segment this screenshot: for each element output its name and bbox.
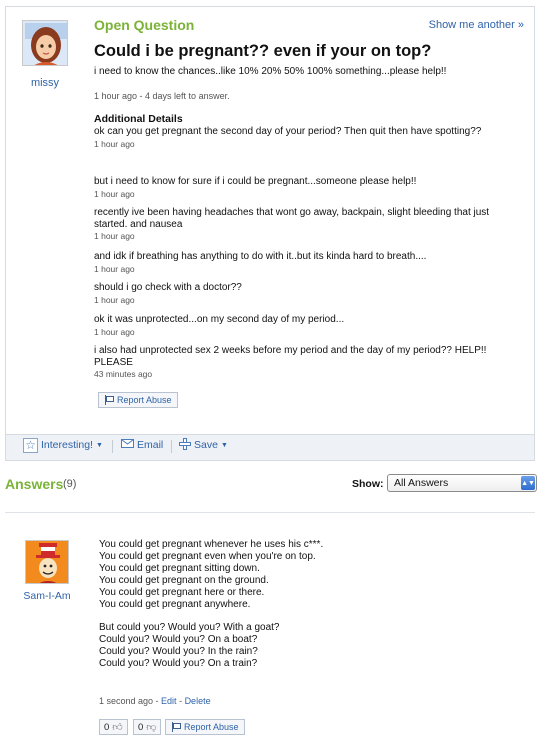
detail-time: 1 hour ago	[94, 326, 135, 337]
meta-separator: -	[176, 696, 185, 706]
question-body: i need to know the chances..like 10% 20%…	[94, 66, 447, 77]
answer-report-abuse-button[interactable]: Report Abuse	[165, 719, 245, 735]
interesting-label: Interesting!	[41, 439, 93, 451]
detail-time: 1 hour ago	[94, 263, 135, 274]
flag-icon	[171, 722, 181, 732]
answer-line: Could you? Would you? On a train?	[99, 658, 258, 669]
answer-line: You could get pregnant here or there.	[99, 587, 265, 598]
star-icon: ☆	[23, 437, 38, 453]
chevron-down-icon: ▼	[95, 441, 103, 449]
show-filter-value: All Answers	[394, 477, 449, 489]
asker-avatar[interactable]	[22, 20, 68, 66]
show-another-link[interactable]: Show me another »	[429, 19, 524, 31]
show-filter-label: Show:	[352, 478, 384, 490]
detail-time: 43 minutes ago	[94, 369, 153, 379]
question-title: Could i be pregnant?? even if your on to…	[94, 42, 432, 60]
save-label: Save	[194, 439, 218, 451]
thumbs-up-icon: 👍︎	[112, 722, 123, 733]
answerer-avatar[interactable]	[25, 540, 69, 584]
answer-body: You could get pregnant whenever he uses …	[99, 539, 519, 670]
question-status-label: Open Question	[94, 17, 195, 33]
answer-meta: 1 second ago - Edit - Delete	[99, 696, 211, 706]
detail-item: and idk if breathing has anything to do …	[94, 251, 519, 274]
detail-text: and idk if breathing has anything to do …	[94, 251, 427, 262]
interesting-button[interactable]: ☆ Interesting! ▼	[23, 436, 103, 454]
detail-time: 1 hour ago	[94, 294, 135, 305]
delete-link[interactable]: Delete	[185, 696, 211, 706]
asker-name[interactable]: missy	[12, 77, 78, 89]
show-filter-select[interactable]: All Answers ▲▼	[387, 474, 537, 492]
detail-text: ok can you get pregnant the second day o…	[94, 126, 482, 137]
detail-text: recently ive been having headaches that …	[94, 207, 490, 230]
answer-line: Could you? Would you? On a boat?	[99, 634, 258, 645]
thumbs-down-icon: 👎︎	[146, 722, 157, 733]
answer-line: You could get pregnant sitting down.	[99, 563, 260, 574]
detail-text: i also had unprotected sex 2 weeks befor…	[94, 345, 487, 368]
flag-icon	[104, 395, 114, 405]
thumbs-up-count: 0	[104, 721, 110, 733]
email-button[interactable]: Email	[121, 436, 163, 454]
detail-item: i also had unprotected sex 2 weeks befor…	[94, 345, 519, 379]
answer-line: Could you? Would you? In the rain?	[99, 646, 258, 657]
detail-text: ok it was unprotected...on my second day…	[94, 314, 345, 325]
stanza-gap	[99, 611, 519, 622]
answerer-name[interactable]: Sam-I-Am	[12, 590, 82, 602]
edit-link[interactable]: Edit	[161, 696, 177, 706]
detail-item: ok it was unprotected...on my second day…	[94, 314, 519, 337]
detail-time: 1 hour ago	[94, 231, 135, 241]
save-button[interactable]: Save ▼	[179, 436, 228, 454]
answers-heading: Answers	[5, 476, 64, 492]
envelope-icon	[121, 439, 134, 451]
thumbs-up-button[interactable]: 0 👍︎	[99, 719, 128, 735]
answer-line: You could get pregnant even when you're …	[99, 551, 316, 562]
answer-time: 1 second ago -	[99, 696, 162, 706]
plus-folder-icon	[179, 437, 191, 453]
thumbs-down-button[interactable]: 0 👎︎	[133, 719, 162, 735]
answer-line: You could get pregnant on the ground.	[99, 575, 269, 586]
chevron-down-icon: ▼	[220, 441, 228, 449]
footer-divider	[112, 440, 113, 453]
question-report-abuse-button[interactable]: Report Abuse	[98, 392, 178, 408]
detail-item: ok can you get pregnant the second day o…	[94, 126, 519, 149]
thumbs-down-count: 0	[138, 721, 144, 733]
answer-line: You could get pregnant whenever he uses …	[99, 539, 324, 550]
question-meta: 1 hour ago - 4 days left to answer.	[94, 91, 230, 101]
additional-details-heading: Additional Details	[94, 113, 183, 125]
detail-time: 1 hour ago	[94, 188, 135, 199]
detail-item: should i go check with a doctor?? 1 hour…	[94, 282, 519, 305]
answers-count: (9)	[63, 478, 77, 490]
select-arrows-icon: ▲▼	[521, 476, 535, 490]
detail-item: recently ive been having headaches that …	[94, 207, 519, 241]
answer-line: You could get pregnant anywhere.	[99, 599, 251, 610]
detail-text: should i go check with a doctor??	[94, 282, 242, 293]
detail-time: 1 hour ago	[94, 138, 135, 149]
footer-divider	[171, 440, 172, 453]
email-label: Email	[137, 439, 164, 451]
answers-divider	[5, 512, 535, 513]
report-abuse-label: Report Abuse	[184, 722, 239, 732]
report-abuse-label: Report Abuse	[117, 395, 172, 405]
detail-text: but i need to know for sure if i could b…	[94, 176, 417, 187]
detail-item: but i need to know for sure if i could b…	[94, 176, 519, 199]
answer-line: But could you? Would you? With a goat?	[99, 622, 280, 633]
